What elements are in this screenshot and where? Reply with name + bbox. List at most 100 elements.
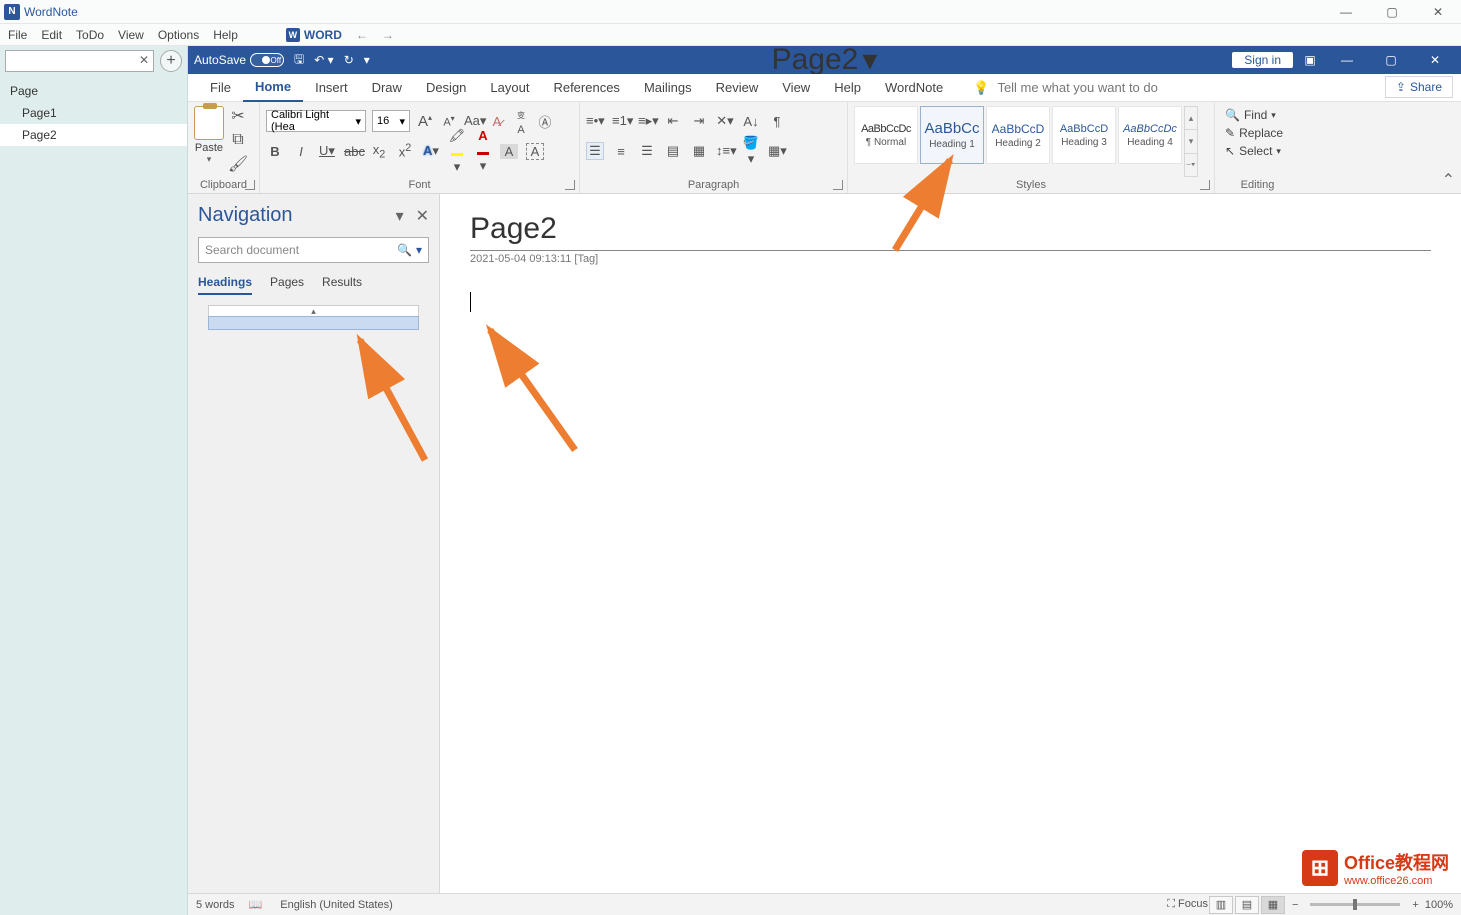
word-minimize-button[interactable]: — [1327,46,1367,74]
nav-heading-item[interactable] [208,316,419,330]
numbering-icon[interactable]: ≡1▾ [612,113,630,129]
tell-me-input[interactable]: 💡 Tell me what you want to do [973,80,1158,96]
asian-layout-icon[interactable]: ✕▾ [716,113,734,129]
clipboard-dialog-launcher[interactable] [245,180,255,190]
tab-file[interactable]: File [198,74,243,102]
font-dialog-launcher[interactable] [565,180,575,190]
wordnote-maximize-button[interactable]: ▢ [1369,0,1415,24]
style-heading3[interactable]: AaBbCcD Heading 3 [1052,106,1116,164]
line-spacing-icon[interactable]: ↕≡▾ [716,143,734,159]
strikethrough-button[interactable]: abc [344,144,362,159]
tab-view[interactable]: View [770,74,822,102]
align-right-icon[interactable]: ☰ [638,143,656,159]
select-button[interactable]: ↖Select▾ [1221,142,1294,160]
wn-page-item[interactable]: Page1 [0,102,187,124]
character-shading-icon[interactable]: A [500,144,518,159]
nav-back-icon[interactable]: ← [356,28,368,42]
wn-word-switch[interactable]: W WORD [286,28,342,42]
clear-formatting-icon[interactable]: A̷ [488,114,506,129]
replace-button[interactable]: ✎Replace [1221,124,1294,142]
spellcheck-icon[interactable]: 📖 [249,898,263,911]
zoom-slider[interactable] [1310,903,1400,906]
chevron-down-icon[interactable]: ▾ [862,43,877,78]
word-maximize-button[interactable]: ▢ [1371,46,1411,74]
nav-close-icon[interactable]: ✕ [416,206,429,226]
align-center-icon[interactable]: ≡ [612,144,630,159]
tab-home[interactable]: Home [243,74,303,102]
nav-tab-pages[interactable]: Pages [270,275,304,295]
shading-icon[interactable]: 🪣▾ [742,135,760,167]
shrink-font-icon[interactable]: A▾ [440,114,458,129]
enclose-characters-icon[interactable]: Ⓐ [536,112,554,131]
font-color-icon[interactable]: A▾ [474,128,492,174]
phonetic-guide-icon[interactable]: 变A [512,106,530,136]
multilevel-list-icon[interactable]: ≡▸▾ [638,113,656,129]
tab-review[interactable]: Review [704,74,771,102]
bold-button[interactable]: B [266,144,284,159]
grow-font-icon[interactable]: A▴ [416,113,434,130]
ribbon-display-options-icon[interactable]: ▣ [1297,53,1323,67]
format-painter-icon[interactable]: 🖌 [228,154,248,174]
wordnote-close-button[interactable]: ✕ [1415,0,1461,24]
nav-dropdown-icon[interactable]: ▾ [396,206,404,226]
tab-draw[interactable]: Draw [360,74,414,102]
view-print-icon[interactable]: ▤ [1235,896,1259,914]
wn-menu-todo[interactable]: ToDo [76,28,104,42]
focus-mode-button[interactable]: ⛶ Focus [1167,898,1208,911]
italic-button[interactable]: I [292,144,310,159]
tab-layout[interactable]: Layout [478,74,541,102]
qat-more-icon[interactable]: ▾ [364,53,370,67]
distributed-icon[interactable]: ▦ [690,143,708,159]
tab-wordnote[interactable]: WordNote [873,74,955,102]
wn-menu-edit[interactable]: Edit [41,28,62,42]
word-close-button[interactable]: ✕ [1415,46,1455,74]
view-web-icon[interactable]: ▦ [1261,896,1285,914]
styles-dialog-launcher[interactable] [1200,180,1210,190]
paste-button[interactable]: Paste ▾ [194,106,224,174]
tab-help[interactable]: Help [822,74,873,102]
tab-design[interactable]: Design [414,74,478,102]
save-icon[interactable]: 🖫 [294,50,304,71]
view-read-icon[interactable]: ▥ [1209,896,1233,914]
wn-menu-file[interactable]: File [8,28,27,42]
autosave-toggle[interactable]: AutoSave Off [194,53,284,67]
decrease-indent-icon[interactable]: ⇤ [664,113,682,129]
collapse-ribbon-icon[interactable]: ⌃ [1442,170,1455,190]
styles-scroll-down-icon[interactable]: ▾ [1185,130,1197,153]
style-normal[interactable]: AaBbCcDc ¶ Normal [854,106,918,164]
wn-add-page-button[interactable]: + [160,50,182,72]
redo-button[interactable]: ↻ [344,53,354,67]
wn-search-input[interactable]: ✕ [5,50,154,72]
styles-more-icon[interactable]: ⎯▾ [1185,154,1197,176]
borders-icon[interactable]: ▦▾ [768,143,786,159]
wn-menu-options[interactable]: Options [158,28,199,42]
wn-menu-help[interactable]: Help [213,28,238,42]
nav-forward-icon[interactable]: → [382,28,394,42]
justify-icon[interactable]: ▤ [664,143,682,159]
font-name-dropdown[interactable]: Calibri Light (Hea▾ [266,110,366,132]
change-case-icon[interactable]: Aa▾ [464,113,482,129]
increase-indent-icon[interactable]: ⇥ [690,113,708,129]
language-indicator[interactable]: English (United States) [280,899,393,911]
style-heading4[interactable]: AaBbCcDc Heading 4 [1118,106,1182,164]
wn-page-item[interactable]: Page2 [0,124,187,146]
sort-icon[interactable]: A↓ [742,114,760,129]
tab-mailings[interactable]: Mailings [632,74,704,102]
align-left-icon[interactable]: ☰ [586,142,604,160]
styles-scroll[interactable]: ▴ ▾ ⎯▾ [1184,106,1198,177]
find-button[interactable]: 🔍Find▾ [1221,106,1294,124]
copy-icon[interactable]: ⧉ [228,130,248,150]
highlight-icon[interactable]: 🖍▾ [448,128,466,175]
nav-tab-headings[interactable]: Headings [198,275,252,295]
wn-menu-view[interactable]: View [118,28,144,42]
underline-button[interactable]: U▾ [318,143,336,159]
wn-search-clear-icon[interactable]: ✕ [139,53,149,67]
superscript-button[interactable]: x2 [396,142,414,159]
style-heading1[interactable]: AaBbCc Heading 1 [920,106,984,164]
text-effects-icon[interactable]: A▾ [422,143,440,159]
cut-icon[interactable]: ✂ [228,106,248,126]
wn-page-item[interactable]: Page [0,80,187,102]
zoom-in-button[interactable]: + [1412,899,1418,911]
show-hide-marks-icon[interactable]: ¶ [768,114,786,129]
nav-tab-results[interactable]: Results [322,275,362,295]
